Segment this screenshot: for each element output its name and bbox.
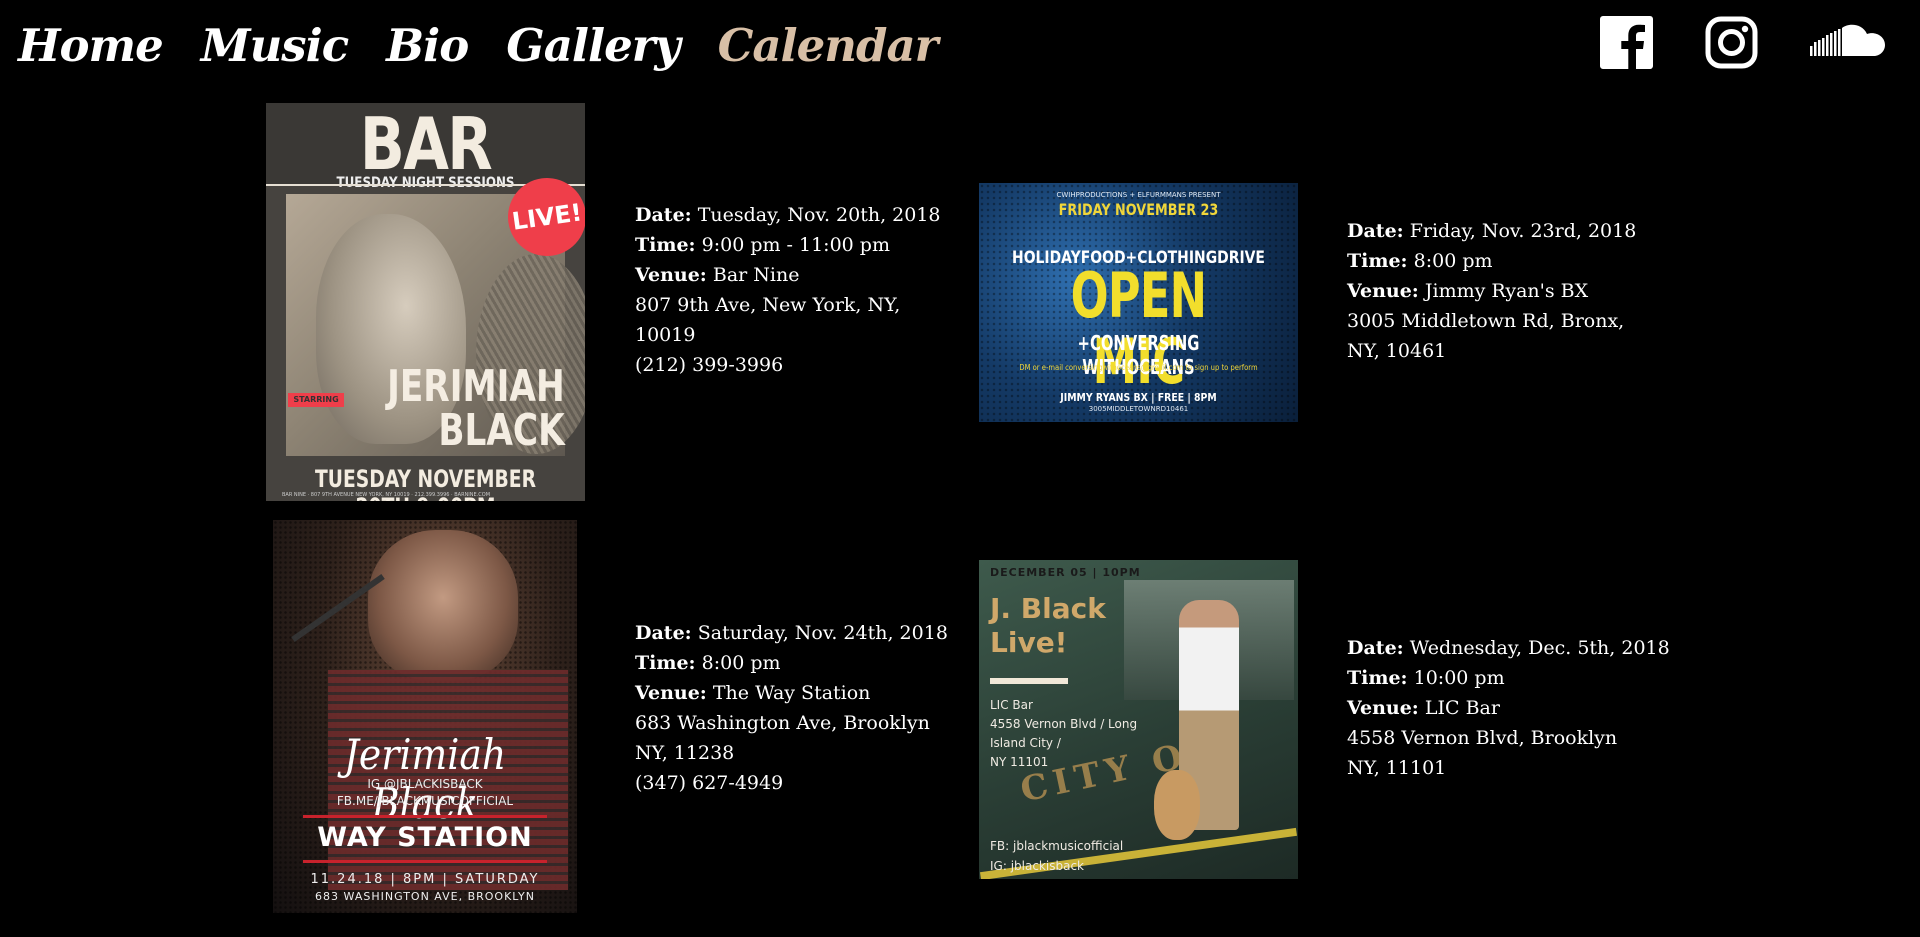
- poster-datetime: 11.24.18 | 8PM | SATURDAY: [310, 872, 540, 887]
- event-address: 3005 Middletown Rd, Bronx, NY, 10461: [1347, 310, 1625, 362]
- poster-facebook: FB.ME/JBLACKMUSICOFFICIAL: [336, 794, 514, 808]
- nav-music[interactable]: Music: [201, 19, 349, 72]
- nav-calendar[interactable]: Calendar: [718, 19, 939, 72]
- poster-rule: [303, 860, 547, 863]
- poster-artist-name: JERIMIAH BLACK: [387, 365, 565, 453]
- social-links: [1600, 12, 1890, 72]
- event-address: 4558 Vernon Blvd, Brooklyn NY, 11101: [1347, 727, 1618, 779]
- poster-headline-line2: Live!: [990, 626, 1068, 659]
- poster-fine-print: BAR NINE · 807 9TH AVENUE NEW YORK, NY 1…: [282, 492, 491, 498]
- event-details: Date: Friday, Nov. 23rd, 2018 Time: 8:00…: [1347, 216, 1647, 366]
- venue-label: Venue:: [635, 682, 707, 704]
- nav-gallery[interactable]: Gallery: [506, 19, 680, 72]
- poster-facebook: FB: jblackmusicofficial: [990, 839, 1124, 853]
- artist-name-line2: BLACK: [438, 405, 565, 456]
- poster-venue: JIMMY RYANS BX | FREE | 8PM: [1060, 391, 1217, 404]
- event-date: Friday, Nov. 23rd, 2018: [1409, 220, 1637, 242]
- artist-name-line1: JERIMIAH: [387, 361, 565, 412]
- poster-presenters: CWIHPRODUCTIONS + ELFURMMANS PRESENT: [1056, 191, 1221, 199]
- soundcloud-icon[interactable]: [1810, 22, 1890, 62]
- guitar-graphic: [1154, 770, 1200, 840]
- poster-instagram: IG @JBLACKISBACK: [367, 777, 483, 791]
- poster-address-line: Island City /: [990, 736, 1061, 750]
- date-label: Date:: [1347, 220, 1404, 242]
- instagram-icon[interactable]: [1705, 16, 1758, 69]
- poster-instagram: IG: jblackisback: [990, 859, 1084, 873]
- date-label: Date:: [635, 622, 692, 644]
- poster-date: FRIDAY NOVEMBER 23: [1058, 200, 1219, 219]
- event-details: Date: Tuesday, Nov. 20th, 2018 Time: 9:0…: [635, 200, 941, 380]
- starring-tag: STARRING: [288, 393, 344, 407]
- singer-face: [368, 530, 518, 680]
- poster-address: LIC Bar 4558 Vernon Blvd / Long Island C…: [990, 696, 1137, 772]
- venue-label: Venue:: [635, 264, 707, 286]
- event-time: 9:00 pm - 11:00 pm: [701, 234, 890, 256]
- event-venue: The Way Station: [712, 682, 871, 704]
- time-label: Time:: [1347, 667, 1408, 689]
- event-time: 8:00 pm: [1413, 250, 1493, 272]
- date-label: Date:: [635, 204, 692, 226]
- event-details: Date: Saturday, Nov. 24th, 2018 Time: 8:…: [635, 618, 948, 798]
- event-phone: (347) 627-4949: [635, 772, 784, 794]
- venue-label: Venue:: [1347, 697, 1419, 719]
- event-venue: LIC Bar: [1424, 697, 1500, 719]
- event-poster[interactable]: CWIHPRODUCTIONS + ELFURMMANS PRESENT FRI…: [979, 183, 1298, 422]
- poster-datetime: DECEMBER 05 | 10PM: [990, 566, 1141, 579]
- poster-social: FB: jblackmusicofficial IG: jblackisback: [990, 836, 1123, 876]
- poster-address-line: 4558 Vernon Blvd / Long: [990, 717, 1138, 731]
- nav-home[interactable]: Home: [18, 19, 164, 72]
- poster-address-line: LIC Bar: [990, 698, 1033, 712]
- event-phone: (212) 399-3996: [635, 354, 784, 376]
- time-label: Time:: [635, 652, 696, 674]
- event-address: 807 9th Ave, New York, NY, 10019: [635, 294, 901, 346]
- poster-address: 3005MIDDLETOWNRD10461: [1088, 405, 1189, 413]
- venue-label: Venue:: [1347, 280, 1419, 302]
- event-venue: Jimmy Ryan's BX: [1424, 280, 1589, 302]
- nav-bio[interactable]: Bio: [386, 19, 469, 72]
- event-date: Saturday, Nov. 24th, 2018: [697, 622, 948, 644]
- main-nav: Home Music Bio Gallery Calendar: [18, 10, 939, 80]
- poster-address-line: NY 11101: [990, 755, 1049, 769]
- event-time: 8:00 pm: [701, 652, 781, 674]
- event-details: Date: Wednesday, Dec. 5th, 2018 Time: 10…: [1347, 633, 1670, 783]
- poster-rule: [303, 815, 547, 818]
- event-date: Tuesday, Nov. 20th, 2018: [697, 204, 941, 226]
- event-venue: Bar Nine: [712, 264, 800, 286]
- poster-rule: [990, 678, 1068, 684]
- event-poster[interactable]: Jerimiah Black IG @JBLACKISBACK FB.ME/JB…: [273, 520, 577, 913]
- poster-headline: J. Black Live!: [990, 592, 1106, 660]
- event-time: 10:00 pm: [1413, 667, 1505, 689]
- poster-headline-line1: J. Black: [990, 592, 1106, 625]
- poster-venue: WAY STATION: [317, 822, 533, 853]
- date-label: Date:: [1347, 637, 1404, 659]
- time-label: Time:: [1347, 250, 1408, 272]
- event-poster[interactable]: CITY OF DECEMBER 05 | 10PM J. Black Live…: [979, 560, 1298, 879]
- event-address: 683 Washington Ave, Brooklyn NY, 11238: [635, 712, 930, 764]
- poster-note: DM or e-mail conversingwithoceans@gmail.…: [1019, 363, 1258, 372]
- event-poster[interactable]: BAR NINE TUESDAY NIGHT SESSIONS LIVE! ST…: [266, 103, 585, 501]
- event-date: Wednesday, Dec. 5th, 2018: [1409, 637, 1670, 659]
- time-label: Time:: [635, 234, 696, 256]
- facebook-icon[interactable]: [1600, 15, 1653, 69]
- poster-address: 683 WASHINGTON AVE, BROOKLYN: [315, 890, 535, 903]
